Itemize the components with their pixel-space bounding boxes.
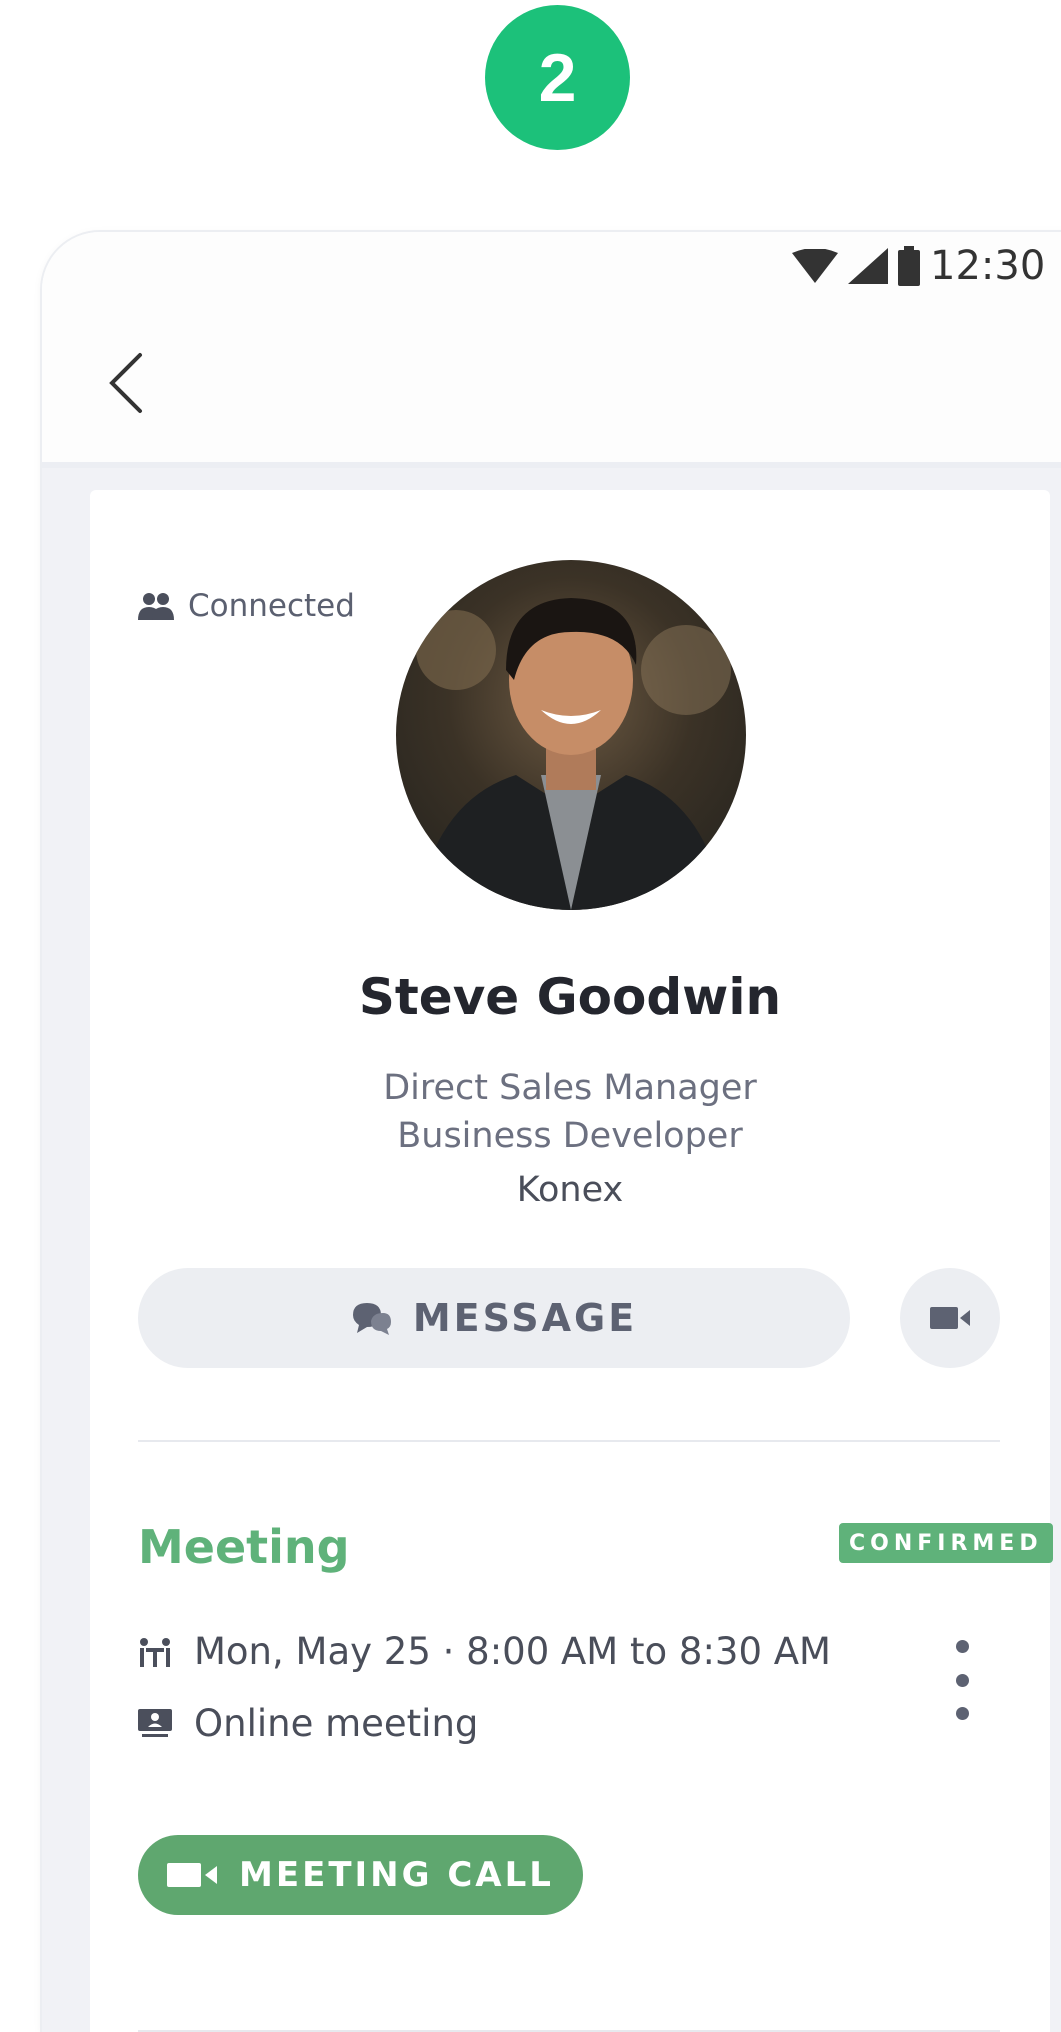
connection-status-label: Connected [188, 588, 355, 624]
video-camera-icon [930, 1307, 970, 1329]
job-title-secondary: Business Developer [397, 1116, 743, 1156]
meeting-datetime: Mon, May 25 · 8:00 AM to 8:30 AM [194, 1630, 831, 1673]
status-bar: 12:30 [792, 243, 1046, 289]
video-call-button[interactable] [900, 1268, 1000, 1368]
meeting-call-button[interactable]: MEETING CALL [138, 1835, 583, 1915]
meeting-location: Online meeting [194, 1702, 479, 1745]
confirmed-status-badge: CONFIRMED [839, 1523, 1053, 1563]
battery-icon [898, 246, 920, 286]
job-title-primary: Direct Sales Manager [383, 1068, 757, 1108]
meeting-call-label: MEETING CALL [239, 1855, 554, 1895]
connection-status: Connected [138, 588, 355, 624]
wifi-icon [792, 249, 838, 283]
avatar-portrait [416, 598, 731, 910]
people-icon [138, 593, 174, 620]
meeting-location-row: Online meeting [138, 1702, 478, 1745]
section-divider [138, 1440, 1000, 1442]
meeting-table-icon [140, 1637, 170, 1667]
cell-signal-icon [848, 248, 888, 284]
meeting-datetime-row: Mon, May 25 · 8:00 AM to 8:30 AM [138, 1630, 831, 1673]
message-button-label: MESSAGE [412, 1296, 638, 1340]
presentation-screen-icon [138, 1708, 172, 1737]
app-header: 12:30 [42, 232, 1061, 468]
profile-card: Connected Steve Goodwin Direct Sales Man… [90, 490, 1053, 2032]
phone-screen: 12:30 Connected Steve Goodwin Direct Sal… [42, 232, 1061, 2032]
status-time: 12:30 [930, 243, 1046, 289]
contact-name: Steve Goodwin [358, 968, 782, 1026]
video-camera-icon [167, 1863, 218, 1887]
message-button[interactable]: MESSAGE [138, 1268, 850, 1368]
company-name: Konex [516, 1170, 624, 1210]
more-options-icon[interactable] [950, 1640, 974, 1720]
meeting-heading: Meeting [138, 1520, 350, 1574]
step-number-badge: 2 [485, 5, 630, 150]
chat-bubbles-icon [352, 1303, 391, 1335]
avatar [396, 560, 746, 910]
back-arrow-icon[interactable] [102, 347, 152, 417]
